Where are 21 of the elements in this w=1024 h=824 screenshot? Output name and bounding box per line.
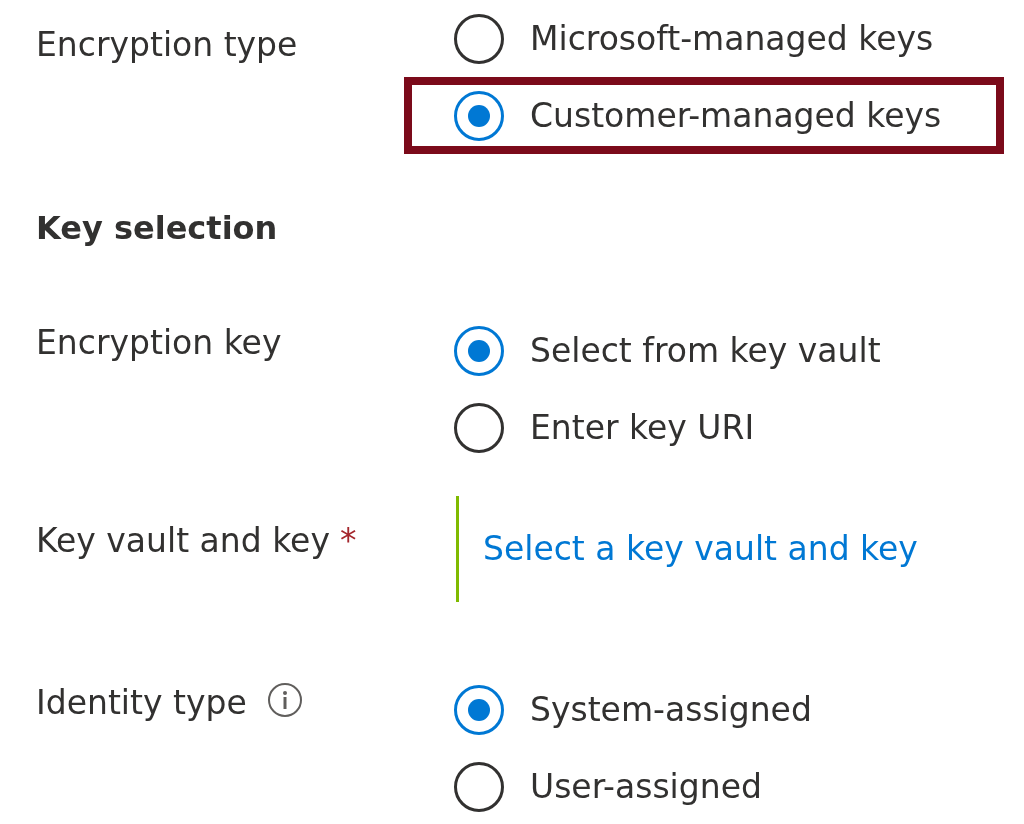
info-icon[interactable] [266,681,303,718]
input-field[interactable]: Select a key vault and key [456,496,918,602]
field-label: Identity type [36,682,247,722]
field-label: Key vault and key [36,521,330,560]
section-heading: Key selection [36,208,279,249]
radio-button[interactable] [454,762,504,812]
option-label[interactable]: Microsoft-managed keys [530,13,934,64]
radio-button[interactable] [454,90,504,141]
radio-button[interactable] [454,685,504,735]
required-mark: * [339,521,357,560]
select-link[interactable]: Select a key vault and key [483,529,918,568]
option-label[interactable]: Customer-managed keys [530,90,942,141]
field-label: Encryption key [36,323,282,362]
option-label[interactable]: System-assigned [530,685,812,735]
radio-button[interactable] [454,325,504,376]
option-label[interactable]: Enter key URI [530,402,755,453]
option-label[interactable]: User-assigned [530,762,762,812]
radio-button[interactable] [454,13,504,64]
radio-button[interactable] [454,402,504,453]
option-label[interactable]: Select from key vault [530,325,881,376]
field-label: Encryption type [36,25,298,64]
